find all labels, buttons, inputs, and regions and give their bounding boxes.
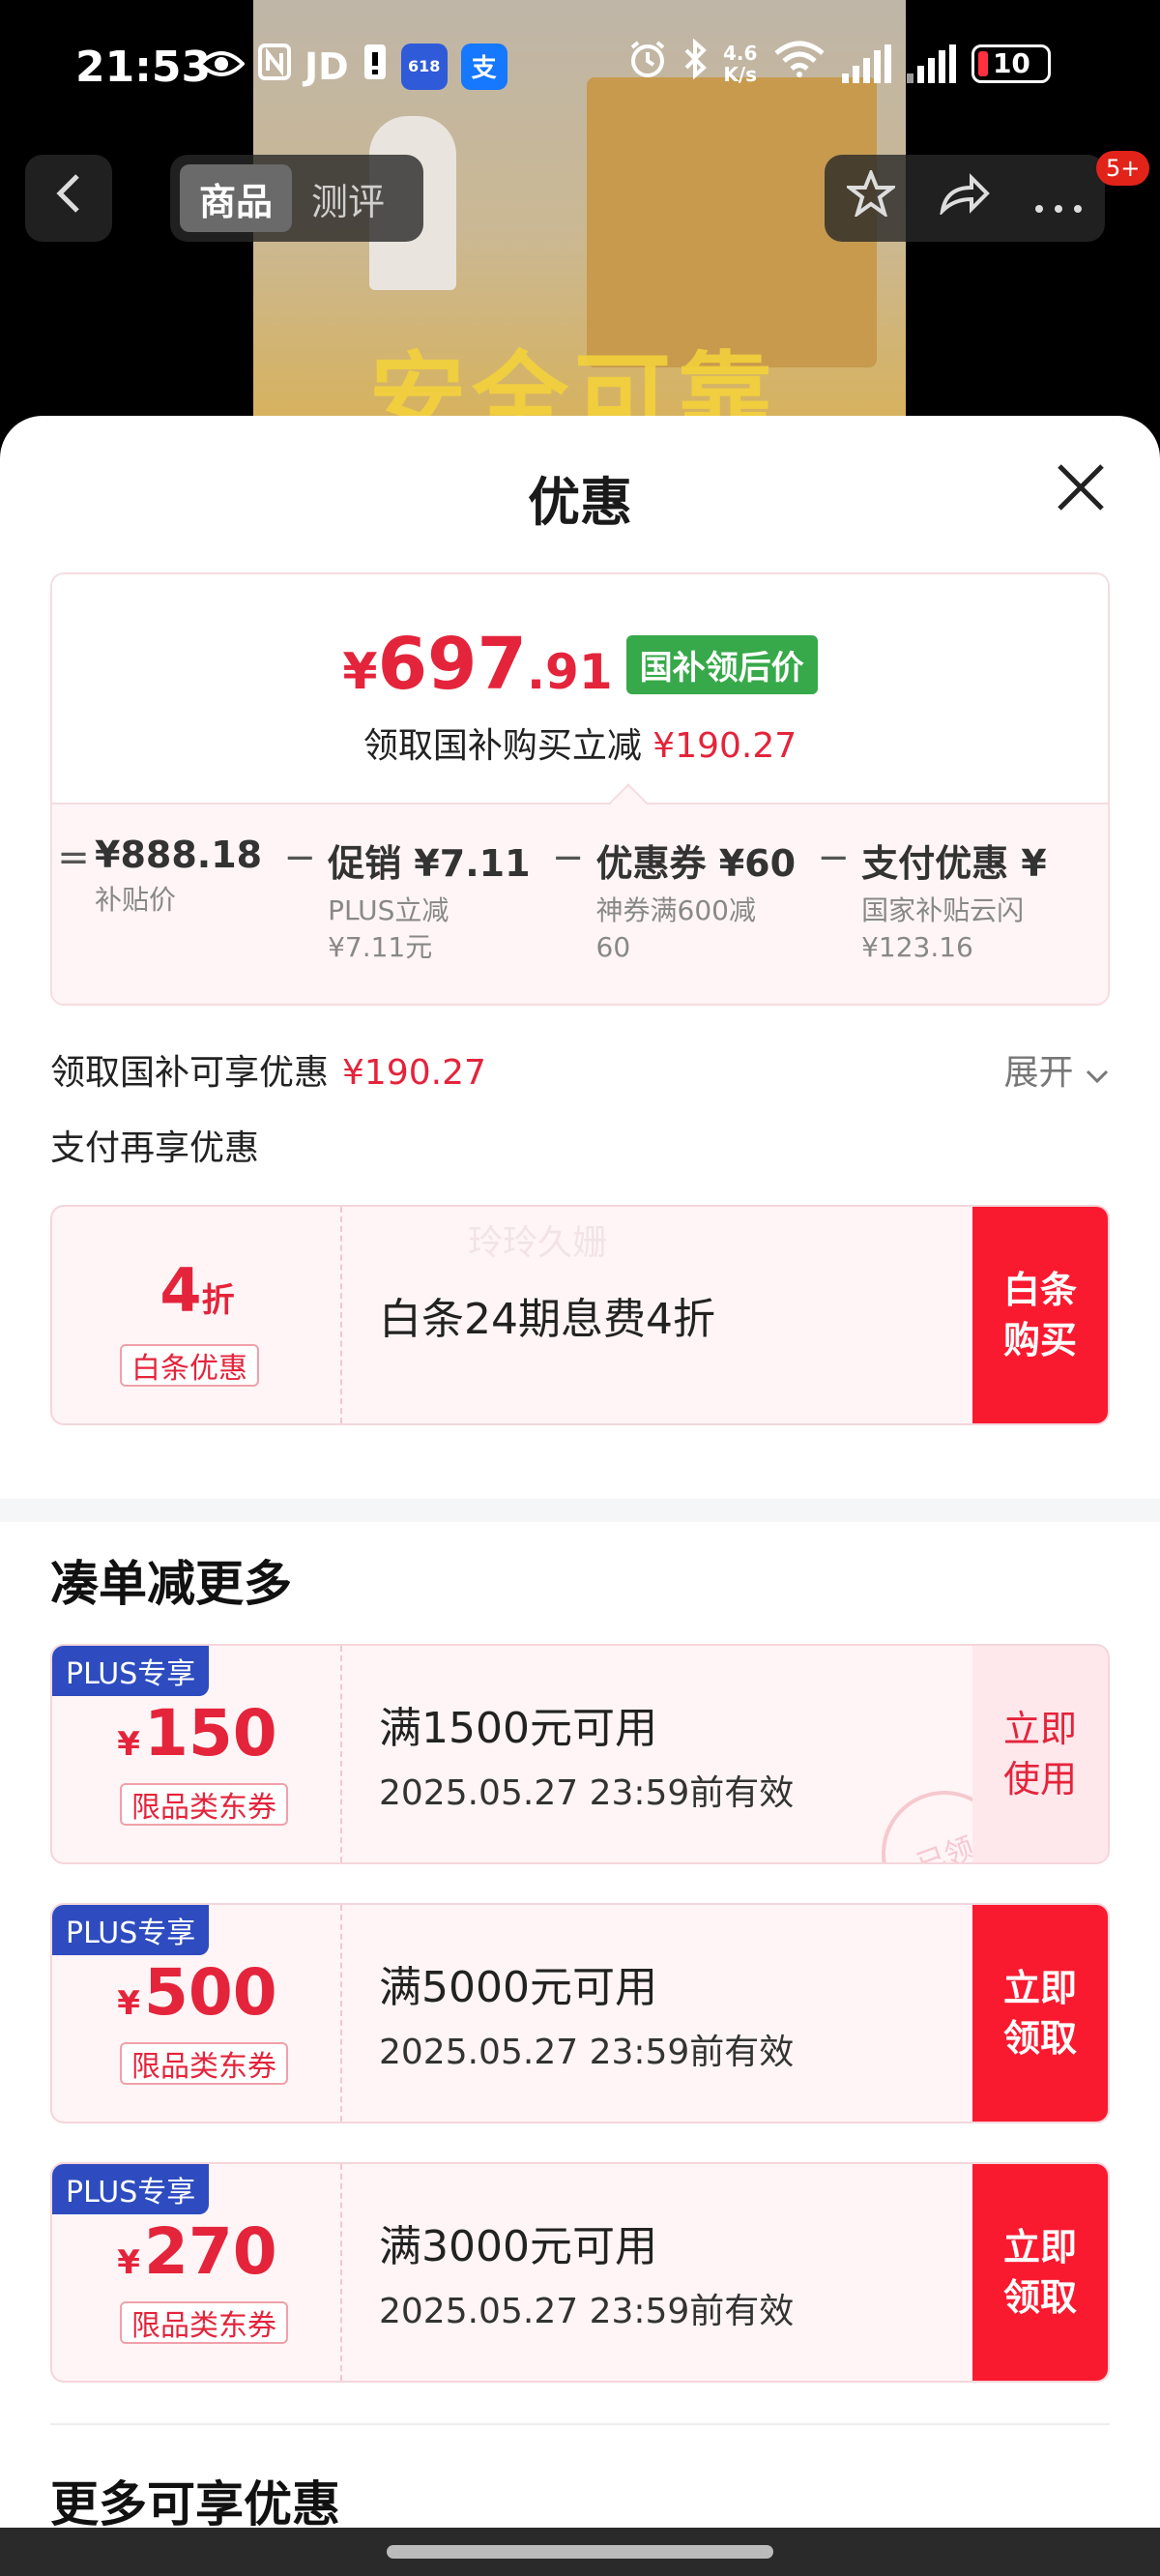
eye-icon: [197, 45, 246, 88]
final-price-line: ¥697.91 国补领后价: [52, 623, 1108, 706]
formula-term: ¥888.18 补贴价: [95, 834, 263, 916]
share-icon[interactable]: [939, 172, 991, 225]
bundle-section-title: 凑单减更多: [50, 1556, 292, 1612]
coupon-type-tag: 限品类东券: [120, 2042, 288, 2085]
app-618-icon: 618: [400, 43, 448, 90]
formula-operator: −: [551, 835, 585, 880]
home-indicator-bar: [0, 2528, 1160, 2576]
national-subsidy-tag: 国补领后价: [625, 635, 818, 694]
coupon-value-area: ¥270 限品类东券: [52, 2164, 342, 2381]
expand-button[interactable]: 展开: [1004, 1044, 1110, 1095]
jd-icon: JD: [304, 44, 349, 88]
claim-now-button[interactable]: 立即 领取: [972, 1905, 1108, 2122]
nfc-icon: [258, 44, 291, 89]
home-indicator[interactable]: [387, 2545, 773, 2559]
signal-icon-1: [842, 44, 892, 83]
coupon-expiry: 2025.05.27 23:59前有效: [379, 1773, 795, 1813]
coupon-condition: 满5000元可用: [379, 1963, 657, 2012]
section-divider: [0, 1499, 1160, 1522]
coupon-value-area: 4折 白条优惠: [52, 1207, 342, 1423]
formula-operator: −: [817, 835, 850, 880]
breakdown-formula: = ¥888.18 补贴价 − 促销 ¥7.11 PLUS立减 ¥7.11元 −…: [52, 834, 1108, 966]
coupon-value: ¥270: [117, 2214, 277, 2289]
status-bar: 21:53 JD 618 支 4.6 K/s 10: [0, 0, 1160, 140]
national-subsidy-row: 领取国补可享优惠 ¥190.27 展开: [50, 1044, 1110, 1095]
claim-now-button[interactable]: 立即 领取: [972, 2164, 1108, 2381]
coupon-expiry: 2025.05.27 23:59前有效: [379, 2292, 795, 2331]
coupon-value: ¥500: [117, 1955, 277, 2030]
pay-discount-title: 支付再享优惠: [50, 1128, 260, 1168]
back-button[interactable]: [25, 155, 112, 242]
coupon-card: PLUS专享 ¥150 限品类东券 满1500元可用 2025.05.27 23…: [50, 1644, 1110, 1864]
coupon-condition: 白条24期息费4折: [379, 1295, 715, 1344]
alarm-icon: [628, 40, 667, 87]
more-icon[interactable]: [1034, 172, 1083, 224]
price-card: ¥697.91 国补领后价 领取国补购买立减 ¥190.27 = ¥888.18…: [50, 572, 1110, 1006]
coupon-value-area: ¥500 限品类东券: [52, 1905, 342, 2122]
use-now-button[interactable]: 立即 使用: [972, 1646, 1108, 1862]
coupon-info: 白条24期息费4折: [379, 1207, 715, 1423]
price-breakdown: = ¥888.18 补贴价 − 促销 ¥7.11 PLUS立减 ¥7.11元 −…: [52, 803, 1108, 1004]
national-subsidy-amount: ¥190.27: [342, 1053, 486, 1093]
chevron-down-icon: [1085, 1053, 1110, 1093]
baitiao-coupon: 4折 白条优惠 玲玲久姗 白条24期息费4折 白条 购买: [50, 1205, 1110, 1425]
baitiao-buy-button[interactable]: 白条 购买: [972, 1207, 1108, 1423]
coupon-value-area: ¥150 限品类东券: [52, 1646, 342, 1862]
price-summary: ¥697.91 国补领后价 领取国补购买立减 ¥190.27: [52, 574, 1108, 803]
coupon-type-tag: 白条优惠: [120, 1344, 259, 1387]
star-icon[interactable]: [843, 167, 898, 227]
nav-actions: [825, 155, 1105, 242]
close-icon: [1054, 458, 1108, 530]
wifi-icon: [772, 40, 826, 87]
more-section-title: 更多可享优惠: [50, 2476, 340, 2532]
coupon-condition: 满1500元可用: [379, 1704, 657, 1753]
formula-operator: −: [283, 835, 316, 880]
sim-icon: [362, 43, 388, 90]
coupon-value: 4折: [160, 1255, 235, 1326]
tab-product[interactable]: 商品: [180, 164, 293, 232]
chevron-left-icon: [54, 172, 83, 225]
final-price: ¥697.91: [342, 623, 613, 706]
sheet-title: 优惠: [528, 472, 632, 533]
discount-sheet: 优惠 ¥697.91 国补领后价 领取国补购买立减 ¥190.27 = ¥888…: [0, 416, 1160, 2576]
status-right-icons: 4.6 K/s 10: [628, 38, 1052, 88]
tab-bar: 商品 测评: [170, 155, 423, 242]
formula-term: 促销 ¥7.11 PLUS立减 ¥7.11元: [328, 842, 531, 963]
coupon-type-tag: 限品类东券: [120, 2301, 288, 2344]
network-speed: 4.6 K/s: [723, 41, 758, 86]
signal-icon-2: [907, 44, 957, 83]
formula-operator: =: [57, 835, 90, 880]
coupon-card: PLUS专享 ¥270 限品类东券 满3000元可用 2025.05.27 23…: [50, 2162, 1110, 2383]
coupon-info: 满5000元可用 2025.05.27 23:59前有效: [379, 1905, 794, 2122]
coupon-type-tag: 限品类东券: [120, 1783, 288, 1826]
coupon-info: 满3000元可用 2025.05.27 23:59前有效: [379, 2164, 794, 2381]
coupon-condition: 满3000元可用: [379, 2222, 657, 2271]
status-time: 21:53: [75, 43, 212, 92]
bluetooth-icon: [682, 38, 708, 88]
coupon-card: PLUS专享 ¥500 限品类东券 满5000元可用 2025.05.27 23…: [50, 1903, 1110, 2123]
alipay-icon: 支: [460, 43, 508, 90]
top-nav: 商品 测评: [0, 155, 1160, 242]
tab-review[interactable]: 测评: [292, 164, 404, 232]
coupon-value: ¥150: [117, 1696, 277, 1771]
close-button[interactable]: [1052, 460, 1110, 518]
coupon-expiry: 2025.05.27 23:59前有效: [379, 2033, 795, 2072]
formula-term: 支付优惠 ¥ 国家补贴云闪 ¥123.16: [861, 842, 1047, 963]
battery-icon: 10: [972, 44, 1052, 83]
coupon-info: 满1500元可用 2025.05.27 23:59前有效: [379, 1646, 794, 1862]
national-subsidy-label: 领取国补可享优惠: [50, 1053, 330, 1093]
subsidy-note: 领取国补购买立减 ¥190.27: [362, 726, 798, 766]
formula-term: 优惠券 ¥60 神券满600减 60: [595, 842, 797, 963]
message-badge: 5+: [1096, 151, 1150, 186]
status-left-icons: JD 618 支: [197, 43, 508, 90]
section-divider-line: [50, 2423, 1110, 2425]
